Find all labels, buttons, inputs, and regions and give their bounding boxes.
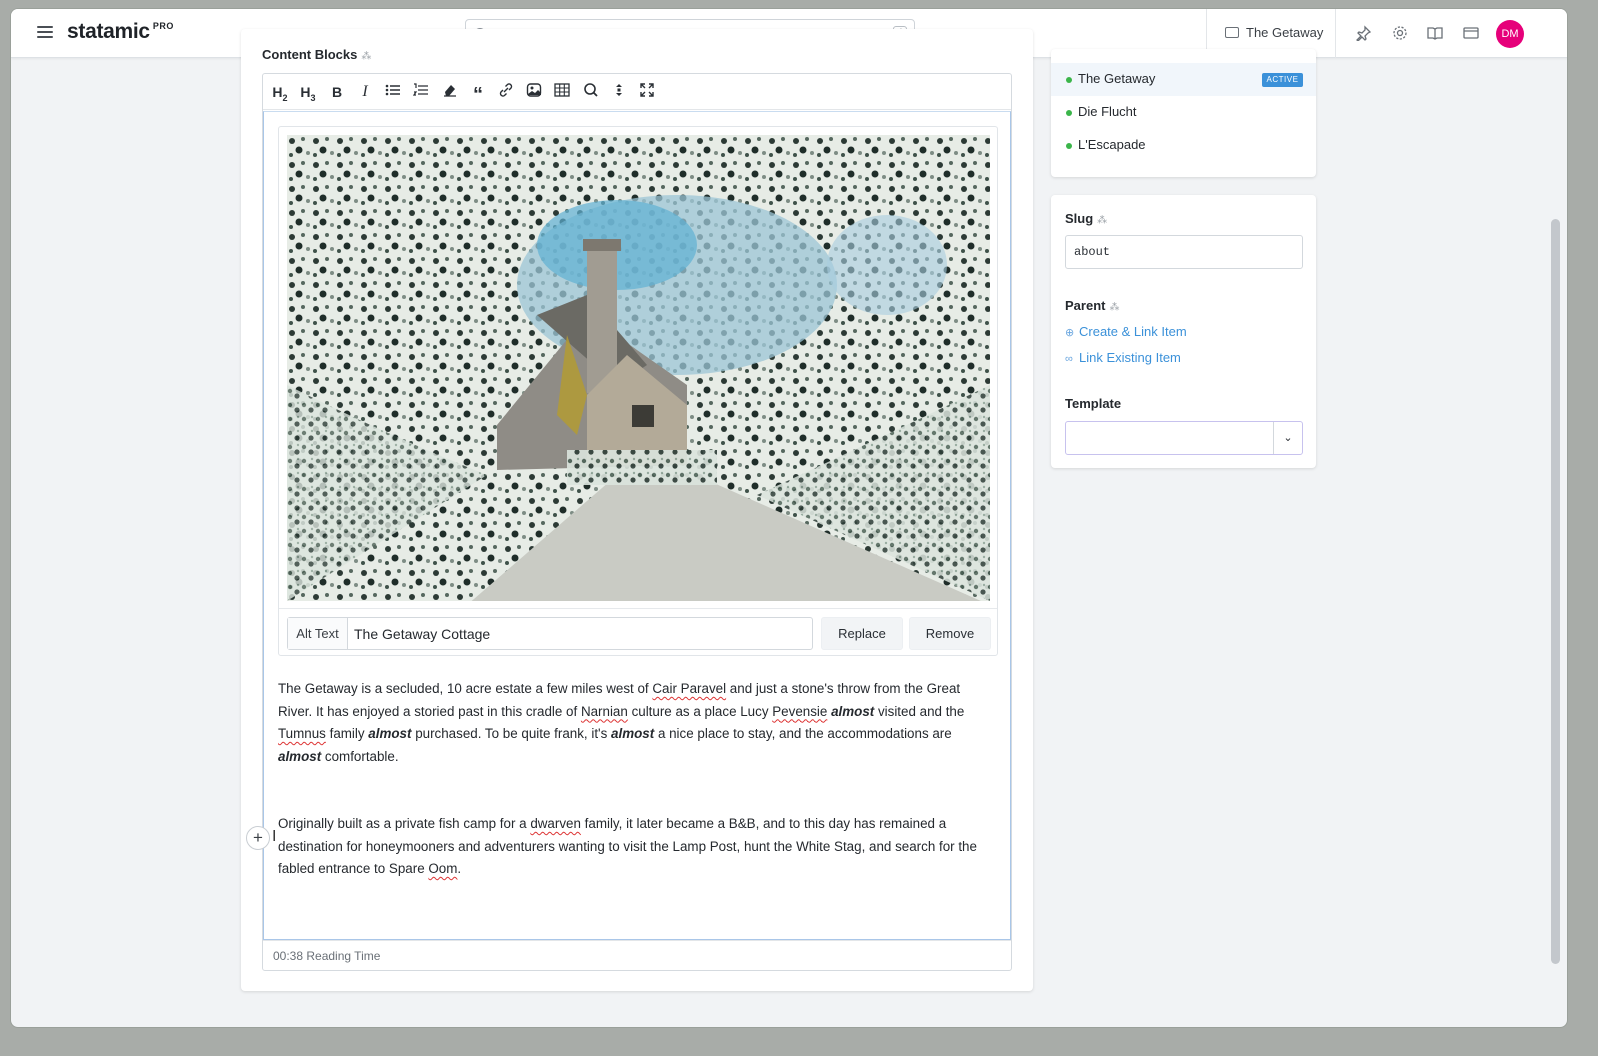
text-cursor-icon: I: [272, 828, 277, 845]
plus-icon: ⊕: [1065, 327, 1075, 339]
create-link-item-button[interactable]: ⊕ Create & Link Item: [1065, 324, 1187, 339]
alt-text-label: Alt Text: [288, 618, 348, 649]
scrollbar-thumb[interactable]: [1551, 219, 1560, 964]
paragraph-2[interactable]: Originally built as a private fish camp …: [278, 813, 998, 881]
site-row-lescapade[interactable]: L'Escapade: [1051, 129, 1316, 162]
status-dot: [1066, 77, 1072, 83]
slug-input[interactable]: [1065, 235, 1303, 269]
code-search-icon[interactable]: [580, 82, 602, 102]
add-block-button[interactable]: +: [246, 826, 270, 850]
sites-card: The Getaway ACTIVE Die Flucht L'Escapade: [1051, 49, 1316, 177]
site-name: Die Flucht: [1078, 104, 1137, 119]
settings-gear-icon[interactable]: [1391, 25, 1409, 43]
content-blocks-label: Content Blocks ⁂: [262, 47, 372, 62]
site-row-die-flucht[interactable]: Die Flucht: [1051, 96, 1316, 129]
translate-icon: ⁂: [1109, 302, 1120, 313]
parent-label: Parent ⁂: [1065, 298, 1120, 313]
link-icon: ∞: [1065, 353, 1073, 365]
translate-icon: ⁂: [1097, 215, 1108, 226]
italic-button[interactable]: I: [354, 82, 376, 102]
clear-format-icon[interactable]: [439, 82, 461, 102]
site-name: L'Escapade: [1078, 137, 1146, 152]
pro-badge: PRO: [152, 21, 174, 31]
expand-vertical-icon[interactable]: [608, 82, 630, 102]
pin-icon[interactable]: [1355, 25, 1373, 43]
view-site-icon[interactable]: [1462, 25, 1480, 43]
fullscreen-icon[interactable]: [636, 82, 658, 102]
blockquote-icon[interactable]: “: [467, 82, 489, 106]
bold-button[interactable]: B: [326, 82, 348, 102]
editor-toolbar: H2 H3 B I “: [263, 74, 1011, 110]
link-existing-item-button[interactable]: ∞ Link Existing Item: [1065, 350, 1181, 365]
browser-window-icon: [1225, 27, 1239, 38]
meta-card: Slug⁂ Parent⁂ ⊕Create & Link Item ∞Link …: [1051, 195, 1316, 468]
paragraph-1[interactable]: The Getaway is a secluded, 10 acre estat…: [278, 678, 998, 768]
alt-text-input[interactable]: [350, 621, 806, 646]
app-window: statamicPRO / The Getaway DM Content Blo…: [10, 8, 1568, 1028]
editor-content[interactable]: Alt Text Replace Remove The Getaway is a…: [246, 111, 1011, 940]
bullet-list-button[interactable]: [382, 82, 404, 102]
site-selector-label: The Getaway: [1246, 25, 1324, 40]
reading-time: 00:38 Reading Time: [263, 940, 1011, 971]
site-name: The Getaway: [1078, 71, 1156, 86]
bard-editor: H2 H3 B I “ Alt Text The Getaway Cottage…: [246, 73, 1012, 971]
heading-2-button[interactable]: H2: [269, 82, 291, 103]
cottage-image[interactable]: [287, 135, 990, 601]
status-dot: [1066, 143, 1072, 149]
user-avatar[interactable]: DM: [1496, 20, 1524, 48]
translate-icon: ⁂: [361, 51, 372, 62]
status-dot: [1066, 110, 1072, 116]
image-alt-row: Alt Text Replace Remove: [279, 608, 997, 656]
ordered-list-button[interactable]: [410, 82, 432, 102]
alt-text-group: Alt Text: [287, 617, 813, 650]
table-icon[interactable]: [551, 82, 573, 102]
image-set: Alt Text Replace Remove: [278, 126, 998, 656]
site-row-the-getaway[interactable]: The Getaway ACTIVE: [1051, 63, 1316, 96]
active-badge: ACTIVE: [1262, 73, 1303, 87]
remove-image-button[interactable]: Remove: [909, 617, 991, 650]
link-icon[interactable]: [495, 82, 517, 102]
logo[interactable]: statamic PRO: [67, 20, 174, 44]
heading-3-button[interactable]: H3: [297, 82, 319, 103]
chevron-down-icon[interactable]: ⌄: [1273, 422, 1302, 454]
template-select[interactable]: ⌄: [1065, 421, 1303, 455]
menu-toggle-icon[interactable]: [37, 26, 53, 40]
template-label: Template: [1065, 396, 1122, 411]
docs-book-icon[interactable]: [1426, 25, 1444, 43]
replace-image-button[interactable]: Replace: [821, 617, 903, 650]
slug-label: Slug ⁂: [1065, 211, 1108, 226]
image-icon[interactable]: [523, 82, 545, 102]
